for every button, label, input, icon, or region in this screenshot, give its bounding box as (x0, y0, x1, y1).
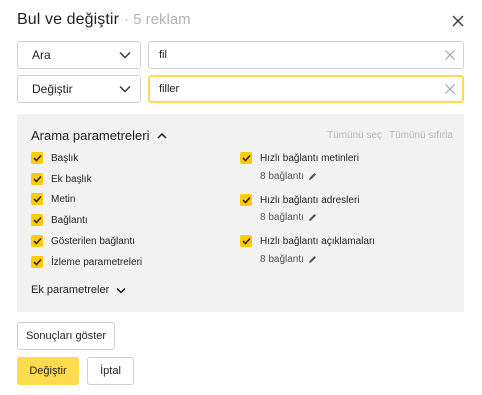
option-baslik[interactable]: Başlık (31, 152, 78, 164)
checkmark-icon (241, 154, 251, 162)
replace-input-value: filler (159, 83, 180, 95)
link-count-label: 8 bağlantı (260, 212, 304, 223)
link-count: 8 bağlantı (260, 254, 317, 265)
replace-label: Değiştir (29, 365, 67, 377)
find-mode-label: Ara (32, 48, 51, 62)
clear-icon[interactable] (445, 84, 455, 94)
option-label: Hızlı bağlantı metinleri (260, 152, 359, 164)
search-params-panel: Arama parametreleri Tümünü seç Tümünü sı… (17, 114, 464, 312)
link-count: 8 bağlantı (260, 212, 317, 223)
close-button[interactable] (452, 14, 464, 27)
option-ek-baslik[interactable]: Ek başlık (31, 173, 92, 185)
clear-icon[interactable] (445, 50, 455, 60)
replace-input[interactable]: filler (148, 75, 464, 103)
checkmark-icon (241, 237, 251, 245)
option-gosterilen-baglanti[interactable]: Gösterilen bağlantı (31, 235, 135, 247)
cancel-button[interactable]: İptal (87, 357, 134, 385)
option-label: Ek başlık (51, 173, 92, 185)
show-results-button[interactable]: Sonuçları göster (17, 322, 115, 350)
checkmark-icon (32, 175, 42, 183)
cancel-label: İptal (100, 365, 121, 377)
checkmark-icon (241, 196, 251, 204)
chevron-up-icon (156, 132, 167, 139)
chevron-down-icon (119, 52, 131, 59)
checkmark-icon (32, 154, 42, 162)
find-mode-select[interactable]: Ara (17, 41, 141, 69)
pencil-icon[interactable] (308, 255, 317, 264)
checkmark-icon (32, 237, 42, 245)
dialog-header: Bul ve değiştir · 5 reklam (17, 11, 191, 31)
checkbox[interactable] (240, 152, 252, 164)
replace-button[interactable]: Değiştir (17, 357, 79, 385)
option-label: Hızlı bağlantı açıklamaları (260, 235, 376, 247)
checkmark-icon (32, 195, 42, 203)
search-params-toggle[interactable]: Arama parametreleri (31, 128, 167, 143)
replace-mode-select[interactable]: Değiştir (17, 75, 141, 103)
search-params-title: Arama parametreleri (31, 128, 150, 143)
pencil-icon[interactable] (308, 172, 317, 181)
link-count-label: 8 bağlantı (260, 254, 304, 265)
chevron-down-icon (116, 287, 126, 294)
option-hizli-baglanti-metinleri[interactable]: Hızlı bağlantı metinleri (240, 152, 359, 164)
extra-params-toggle[interactable]: Ek parametreler (31, 284, 126, 296)
checkbox[interactable] (240, 235, 252, 247)
find-input[interactable]: fil (148, 41, 464, 69)
checkbox[interactable] (31, 193, 43, 205)
checkbox[interactable] (240, 194, 252, 206)
checkmark-icon (32, 258, 42, 266)
checkbox[interactable] (31, 256, 43, 268)
option-hizli-baglanti-adresleri[interactable]: Hızlı bağlantı adresleri (240, 194, 360, 206)
checkbox[interactable] (31, 152, 43, 164)
replace-mode-label: Değiştir (32, 82, 73, 96)
option-metin[interactable]: Metin (31, 193, 75, 205)
option-label: Bağlantı (51, 214, 88, 226)
checkbox[interactable] (31, 214, 43, 226)
link-count-label: 8 bağlantı (260, 171, 304, 182)
checkbox[interactable] (31, 235, 43, 247)
option-label: Başlık (51, 152, 79, 164)
chevron-down-icon (119, 86, 131, 93)
link-count: 8 bağlantı (260, 171, 317, 182)
pencil-icon[interactable] (308, 213, 317, 222)
checkmark-icon (32, 216, 42, 224)
option-label: İzleme parametreleri (51, 256, 143, 268)
option-hizli-baglanti-aciklamalari[interactable]: Hızlı bağlantı açıklamaları (240, 235, 375, 247)
option-label: Hızlı bağlantı adresleri (260, 194, 360, 206)
show-results-label: Sonuçları göster (25, 330, 107, 342)
option-label: Gösterilen bağlantı (51, 235, 135, 247)
checkbox[interactable] (31, 173, 43, 185)
extra-params-label: Ek parametreler (31, 284, 110, 296)
find-input-value: fil (159, 49, 167, 61)
dialog-subtitle: · 5 reklam (124, 11, 191, 28)
option-baglanti[interactable]: Bağlantı (31, 214, 88, 226)
dialog-title: Bul ve değiştir (17, 11, 119, 28)
select-all-link[interactable]: Tümünü seç (327, 130, 382, 141)
option-label: Metin (51, 193, 76, 205)
option-izleme-parametreleri[interactable]: İzleme parametreleri (31, 256, 142, 268)
find-replace-dialog: Bul ve değiştir · 5 reklam Ara fil Değiş… (0, 0, 482, 395)
reset-all-link[interactable]: Tümünü sıfırla (389, 130, 453, 141)
close-icon (452, 15, 464, 27)
